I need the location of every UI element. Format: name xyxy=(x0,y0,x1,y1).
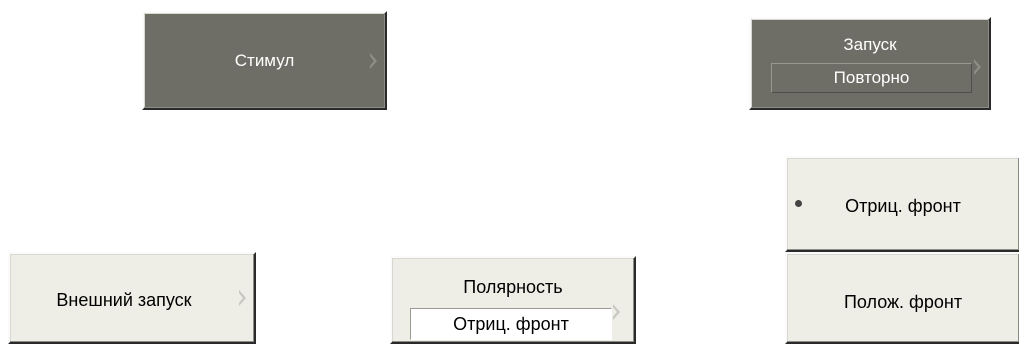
polarity-label: Полярность xyxy=(463,277,563,297)
polarity-value: Отриц. фронт xyxy=(410,308,612,340)
polarity-option-negative-edge[interactable]: Отриц. фронт xyxy=(785,156,1019,252)
polarity-option-positive-edge[interactable]: Полож. фронт xyxy=(785,252,1019,344)
external-trigger-button[interactable]: Внешний запуск xyxy=(8,252,256,344)
stimulus-button[interactable]: Стимул xyxy=(142,11,387,110)
chevron-right-icon xyxy=(238,290,246,306)
chevron-right-icon xyxy=(973,59,981,75)
polarity-option-label: Полож. фронт xyxy=(843,292,963,312)
chevron-right-icon xyxy=(369,53,377,69)
stimulus-label: Стимул xyxy=(234,51,295,70)
trigger-label: Запуск xyxy=(843,35,897,54)
chevron-right-icon xyxy=(612,304,620,320)
external-trigger-label: Внешний запуск xyxy=(56,290,192,310)
polarity-option-label: Отриц. фронт xyxy=(845,196,961,216)
trigger-value: Повторно xyxy=(771,63,972,93)
polarity-button[interactable]: Полярность Отриц. фронт xyxy=(390,256,636,344)
trigger-button[interactable]: Запуск Повторно xyxy=(749,17,991,110)
